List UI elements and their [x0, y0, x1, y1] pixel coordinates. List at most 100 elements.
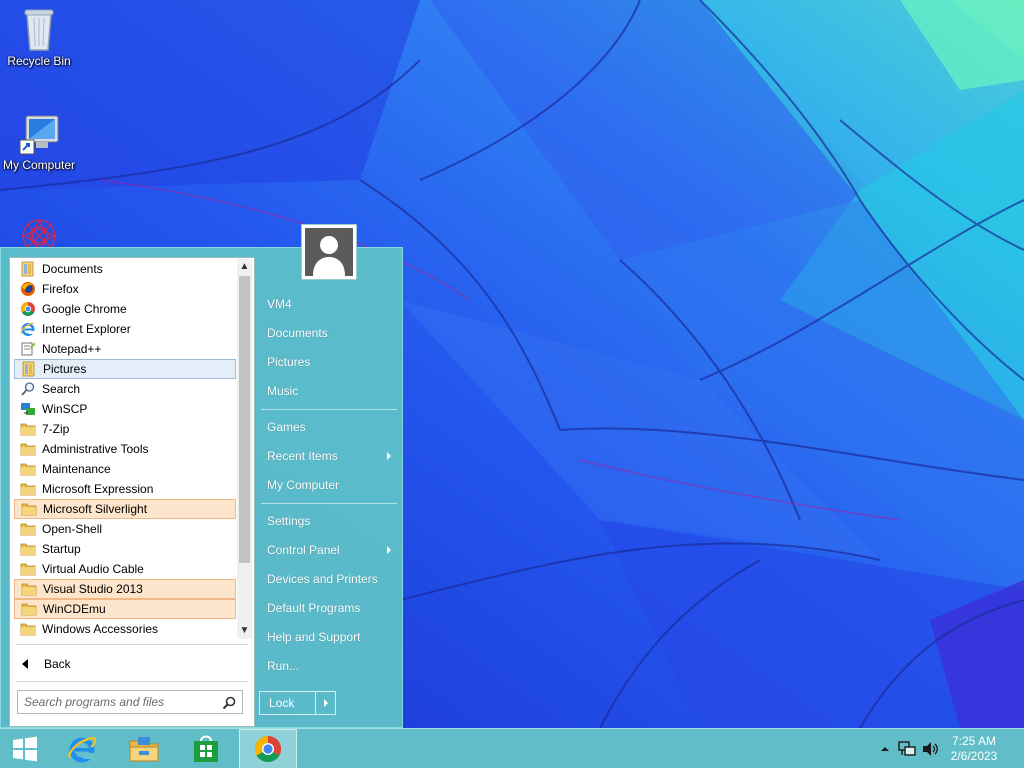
divider: [16, 681, 248, 682]
start-right-item[interactable]: Run...: [259, 653, 399, 679]
clock[interactable]: 7:25 AM 2/6/2023: [944, 734, 1004, 764]
program-item[interactable]: Windows Accessories: [14, 619, 236, 639]
folder-icon: [21, 581, 37, 597]
search-icon[interactable]: [222, 696, 236, 710]
desktop-icon-mandala[interactable]: [1, 214, 77, 250]
start-right-item[interactable]: VM4: [259, 291, 399, 317]
library-icon: [20, 261, 36, 277]
windows-start-icon: [13, 736, 37, 762]
file-explorer-icon: [129, 737, 159, 762]
start-right-item[interactable]: Documents: [259, 320, 399, 346]
start-right-item[interactable]: Default Programs: [259, 595, 399, 621]
start-right-item[interactable]: Help and Support: [259, 624, 399, 650]
folder-icon: [21, 601, 37, 617]
search-icon: [20, 381, 36, 397]
program-label: Microsoft Expression: [42, 482, 154, 496]
program-item[interactable]: Maintenance: [14, 459, 236, 479]
scroll-up-arrow-icon[interactable]: ▲: [237, 259, 252, 275]
search-box[interactable]: [17, 690, 243, 714]
program-label: Firefox: [42, 282, 79, 296]
show-hidden-icons-button[interactable]: [880, 743, 890, 757]
program-item[interactable]: Pictures: [14, 359, 236, 379]
program-item[interactable]: Internet Explorer: [14, 319, 236, 339]
start-button[interactable]: [0, 729, 50, 768]
folder-icon: [20, 561, 36, 577]
start-right-item[interactable]: Pictures: [259, 349, 399, 375]
divider: [261, 503, 397, 504]
start-right-item[interactable]: Games: [259, 414, 399, 440]
program-label: Visual Studio 2013: [43, 582, 143, 596]
desktop-icon-my-computer[interactable]: My Computer: [1, 112, 77, 172]
start-right-item[interactable]: Recent Items: [259, 443, 399, 469]
start-right-item-label: Documents: [267, 326, 328, 340]
library-icon: [21, 361, 37, 377]
program-item[interactable]: Open-Shell: [14, 519, 236, 539]
taskbar-google-chrome[interactable]: [239, 729, 297, 768]
program-item[interactable]: Startup: [14, 539, 236, 559]
program-label: Administrative Tools: [42, 442, 149, 456]
folder-icon: [20, 481, 36, 497]
start-right-item-label: Pictures: [267, 355, 311, 369]
folder-icon: [20, 541, 36, 557]
taskbar-store[interactable]: [178, 729, 234, 768]
taskbar-file-explorer[interactable]: [116, 729, 172, 768]
start-right-item[interactable]: Control Panel: [259, 537, 399, 563]
folder-icon: [20, 621, 36, 637]
program-label: Virtual Audio Cable: [42, 562, 144, 576]
start-right-item[interactable]: My Computer: [259, 472, 399, 498]
program-item[interactable]: Microsoft Silverlight: [14, 499, 236, 519]
lock-control: Lock: [259, 691, 336, 715]
scroll-down-arrow-icon[interactable]: ▼: [237, 623, 252, 639]
program-label: 7-Zip: [42, 422, 70, 436]
firefox-icon: [20, 281, 36, 297]
program-item[interactable]: Search: [14, 379, 236, 399]
program-label: Maintenance: [42, 462, 111, 476]
recycle-bin-icon: [24, 9, 54, 51]
taskbar-internet-explorer[interactable]: [54, 729, 110, 768]
start-right-item-label: VM4: [267, 297, 292, 311]
start-right-item[interactable]: Settings: [259, 508, 399, 534]
start-right-item-label: Help and Support: [267, 630, 361, 644]
program-item[interactable]: Visual Studio 2013: [14, 579, 236, 599]
chevron-right-icon: [323, 699, 328, 707]
program-list: Documents Firefox Google Chrome Internet Ex…: [12, 259, 236, 639]
clock-date: 2/6/2023: [950, 749, 998, 763]
program-item[interactable]: Virtual Audio Cable: [14, 559, 236, 579]
program-label: Internet Explorer: [42, 322, 131, 336]
program-item[interactable]: Administrative Tools: [14, 439, 236, 459]
program-item[interactable]: Microsoft Expression: [14, 479, 236, 499]
scrollbar-thumb[interactable]: [239, 276, 250, 563]
program-item[interactable]: Firefox: [14, 279, 236, 299]
program-item[interactable]: Documents: [14, 259, 236, 279]
volume-tray-button[interactable]: [922, 741, 940, 760]
program-label: Pictures: [43, 362, 87, 376]
start-right-item-label: My Computer: [267, 478, 340, 492]
program-item[interactable]: Google Chrome: [14, 299, 236, 319]
program-item[interactable]: WinSCP: [14, 399, 236, 419]
user-avatar[interactable]: [301, 224, 357, 280]
start-right-item[interactable]: Music: [259, 378, 399, 404]
program-list-scrollbar[interactable]: ▲ ▼: [237, 259, 252, 639]
back-button[interactable]: Back: [16, 653, 136, 675]
network-tray-button[interactable]: [898, 741, 916, 760]
program-label: WinCDEmu: [43, 602, 106, 616]
computer-icon: [19, 115, 59, 155]
notepadpp-icon: [20, 341, 36, 357]
submenu-arrow-icon: [387, 452, 391, 460]
program-item[interactable]: Notepad++: [14, 339, 236, 359]
search-input[interactable]: [24, 695, 214, 709]
program-item[interactable]: WinCDEmu: [14, 599, 236, 619]
start-right-item[interactable]: Devices and Printers: [259, 566, 399, 592]
back-label: Back: [44, 657, 71, 671]
desktop-icon-recycle-bin[interactable]: Recycle Bin: [1, 6, 77, 68]
lock-options-arrow[interactable]: [315, 691, 336, 715]
winscp-icon: [20, 401, 36, 417]
program-item[interactable]: 7-Zip: [14, 419, 236, 439]
lock-button[interactable]: Lock: [259, 691, 315, 715]
network-icon: [898, 741, 916, 756]
program-label: Google Chrome: [42, 302, 127, 316]
start-right-item-label: Run...: [267, 659, 300, 673]
program-label: Search: [42, 382, 81, 396]
start-right-item-label: Recent Items: [267, 449, 338, 463]
desktop-icon-label: My Computer: [2, 158, 76, 172]
